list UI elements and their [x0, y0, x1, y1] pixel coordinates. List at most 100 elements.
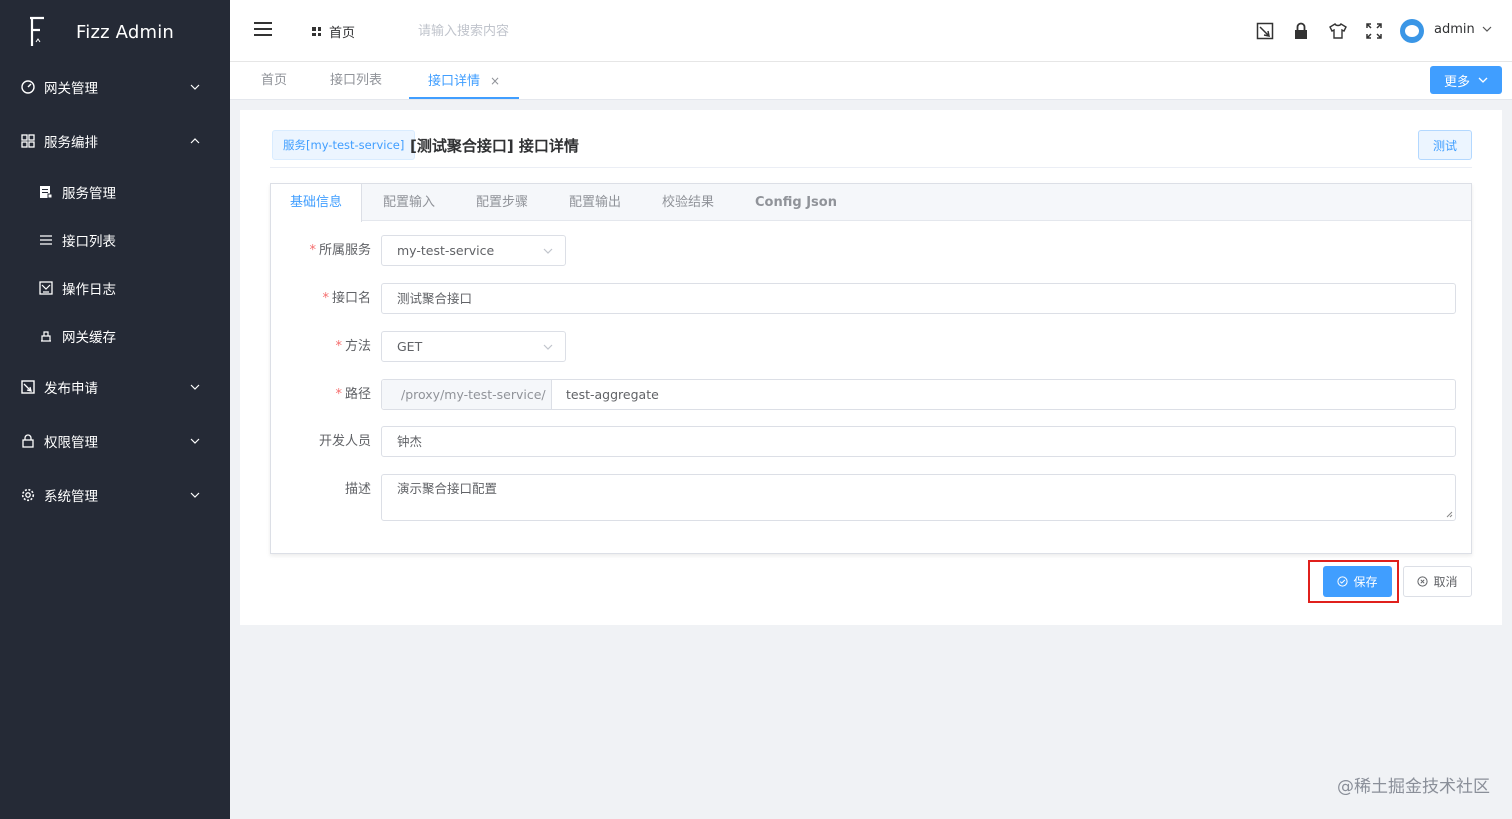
- chevron-down-icon: [543, 344, 553, 350]
- fizz-logo-icon: [30, 16, 44, 46]
- check-circle-icon: [1337, 576, 1349, 587]
- tab-api-detail[interactable]: 接口详情 ×: [409, 62, 520, 99]
- tab-config-steps[interactable]: 配置步骤: [457, 184, 547, 221]
- name-input[interactable]: 测试聚合接口: [381, 283, 1456, 314]
- tab-config-input[interactable]: 配置输入: [364, 184, 454, 221]
- path-input[interactable]: /proxy/my-test-service/ test-aggregate: [381, 379, 1456, 410]
- sidebar-item-label: 网关管理: [44, 81, 98, 97]
- sidebar-item-system[interactable]: 系统管理: [0, 468, 230, 522]
- sidebar-item-publish[interactable]: 发布申请: [0, 360, 230, 414]
- description-textarea[interactable]: 演示聚合接口配置: [381, 474, 1456, 521]
- logo[interactable]: Fizz Admin: [0, 0, 230, 64]
- publish-icon: [20, 379, 36, 395]
- sidebar-item-label: 服务编排: [44, 135, 98, 151]
- document-icon: [38, 184, 54, 200]
- chevron-down-icon: [1478, 77, 1488, 83]
- chevron-down-icon: [190, 492, 200, 498]
- form-row-method: * 方法 GET: [271, 331, 1471, 363]
- description-value: 演示聚合接口配置: [397, 481, 498, 496]
- sidebar-item-label: 权限管理: [44, 435, 98, 451]
- tab-config-output[interactable]: 配置输出: [550, 184, 640, 221]
- tab-basic-info[interactable]: 基础信息: [271, 184, 363, 222]
- divider: [270, 167, 1472, 168]
- service-tag: 服务[my-test-service]: [272, 130, 416, 160]
- chevron-down-icon[interactable]: [1482, 24, 1492, 34]
- sidebar-item-api-list[interactable]: 接口列表: [0, 216, 230, 264]
- api-detail-card: 服务[my-test-service] [测试聚合接口] 接口详情 测试 基础信…: [240, 110, 1502, 625]
- screenshot-icon[interactable]: [1255, 21, 1275, 41]
- sidebar-item-label: 网关缓存: [62, 330, 116, 346]
- sidebar: Fizz Admin 网关管理 服务编排 服务管理 接口列表 操作日志 网关缓存…: [0, 0, 230, 819]
- save-label: 保存: [1353, 575, 1378, 589]
- form-row-description: 描述 演示聚合接口配置: [271, 474, 1471, 521]
- form-row-developer: 开发人员 钟杰: [271, 426, 1471, 458]
- top-header: 首页 admin: [230, 0, 1512, 62]
- cancel-label: 取消: [1433, 575, 1458, 589]
- grid-icon: [312, 27, 321, 36]
- gear-icon: [20, 487, 36, 503]
- app-title: Fizz Admin: [76, 21, 175, 43]
- method-value: GET: [397, 339, 423, 354]
- tab-api-list[interactable]: 接口列表: [330, 62, 382, 99]
- chevron-down-icon: [190, 438, 200, 444]
- dashboard-icon: [20, 79, 36, 95]
- sidebar-item-orchestration[interactable]: 服务编排: [0, 114, 230, 168]
- save-button[interactable]: 保存: [1323, 566, 1392, 597]
- chevron-down-icon: [190, 384, 200, 390]
- fullscreen-icon[interactable]: [1364, 21, 1384, 41]
- close-icon[interactable]: ×: [490, 74, 500, 88]
- sidebar-item-label: 操作日志: [62, 282, 116, 298]
- tab-config-json[interactable]: Config Json: [736, 184, 856, 221]
- cache-icon: [38, 328, 54, 344]
- name-label: * 接口名: [322, 291, 371, 306]
- list-icon: [38, 232, 54, 248]
- chevron-up-icon: [190, 138, 200, 144]
- sidebar-item-permissions[interactable]: 权限管理: [0, 414, 230, 468]
- tab-home[interactable]: 首页: [261, 62, 287, 99]
- page-title: [测试聚合接口] 接口详情: [410, 137, 579, 155]
- log-icon: [38, 280, 54, 296]
- grid-icon: [20, 133, 36, 149]
- search-input[interactable]: [418, 20, 638, 42]
- lock-icon[interactable]: [1291, 21, 1311, 41]
- form-row-service: * 所属服务 my-test-service: [271, 235, 1471, 267]
- sidebar-item-label: 接口列表: [62, 234, 116, 250]
- description-label: 描述: [344, 482, 371, 497]
- sidebar-item-service-management[interactable]: 服务管理: [0, 168, 230, 216]
- detail-tabs-panel: 基础信息 配置输入 配置步骤 配置输出 校验结果 Config Json * 所属…: [270, 183, 1472, 554]
- breadcrumb-home-label: 首页: [329, 26, 356, 41]
- sidebar-item-label: 服务管理: [62, 186, 116, 202]
- tab-validation-result[interactable]: 校验结果: [643, 184, 733, 221]
- form-row-path: * 路径 /proxy/my-test-service/ test-aggrega…: [271, 379, 1471, 411]
- form-row-name: * 接口名 测试聚合接口: [271, 283, 1471, 315]
- user-name[interactable]: admin: [1434, 22, 1475, 37]
- sidebar-item-gateway[interactable]: 网关管理: [0, 60, 230, 114]
- breadcrumb-home[interactable]: 首页: [312, 22, 355, 41]
- sidebar-item-operation-log[interactable]: 操作日志: [0, 264, 230, 312]
- service-label: * 所属服务: [309, 243, 371, 258]
- tab-label: 接口详情: [428, 74, 481, 89]
- sidebar-item-gateway-cache[interactable]: 网关缓存: [0, 312, 230, 360]
- test-button[interactable]: 测试: [1418, 130, 1472, 160]
- close-circle-icon: [1417, 576, 1429, 587]
- chevron-down-icon: [543, 248, 553, 254]
- path-label: * 路径: [335, 387, 371, 402]
- theme-shirt-icon[interactable]: [1328, 21, 1348, 41]
- method-label: * 方法: [335, 339, 371, 354]
- watermark: @稀土掘金技术社区: [1337, 777, 1490, 797]
- method-select[interactable]: GET: [381, 331, 566, 362]
- developer-input[interactable]: 钟杰: [381, 426, 1456, 457]
- developer-label: 开发人员: [318, 434, 371, 449]
- inner-tabs: 基础信息 配置输入 配置步骤 配置输出 校验结果 Config Json: [271, 184, 1471, 222]
- chevron-down-icon: [190, 84, 200, 90]
- lock-icon: [20, 433, 36, 449]
- menu-toggle-icon[interactable]: [254, 22, 272, 36]
- avatar[interactable]: [1400, 19, 1424, 43]
- more-button[interactable]: 更多: [1430, 66, 1502, 94]
- service-value: my-test-service: [397, 243, 495, 258]
- resize-handle-icon[interactable]: [1446, 511, 1453, 518]
- page-tabs-bar: 首页 接口列表 接口详情 × 更多: [230, 62, 1512, 100]
- cancel-button[interactable]: 取消: [1403, 566, 1472, 597]
- more-label: 更多: [1443, 74, 1470, 90]
- service-select[interactable]: my-test-service: [381, 235, 566, 266]
